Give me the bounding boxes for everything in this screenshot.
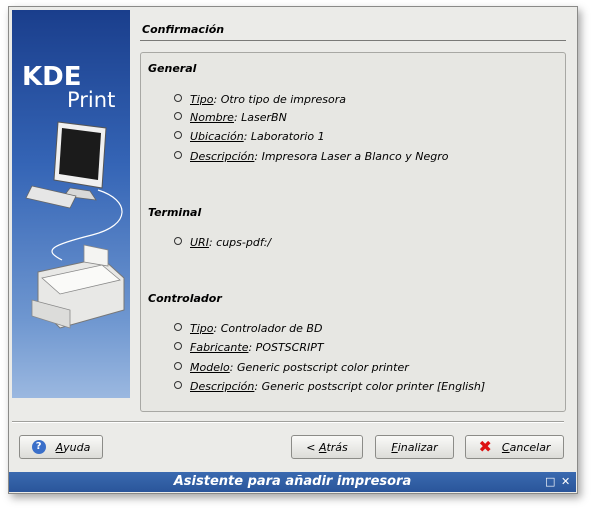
section-heading-terminal: Terminal [148,206,202,219]
print-logo-text: Print [67,88,116,112]
close-icon[interactable]: ✕ [561,475,570,488]
help-button[interactable]: ? Ayuda [19,435,103,459]
page-title: Confirmación [142,23,225,36]
driver-manufacturer-item: Fabricante: POSTSCRIPT [174,341,324,354]
driver-type-item: Tipo: Controlador de BD [174,322,322,335]
general-name-item: Nombre: LaserBN [174,111,287,124]
button-separator [12,421,564,423]
maximize-icon[interactable]: □ [545,475,555,488]
bullet-icon [174,94,182,102]
section-heading-general: General [148,62,197,75]
driver-description-item: Descripción: Generic postscript color pr… [174,380,485,393]
bullet-icon [174,362,182,370]
bullet-icon [174,342,182,350]
bullet-icon [174,151,182,159]
kdeprint-banner: KDE Print [12,10,130,398]
title-divider [140,40,566,41]
section-heading-driver: Controlador [148,292,222,305]
bullet-icon [174,323,182,331]
bullet-icon [174,131,182,139]
cancel-icon: ✖ [478,437,492,456]
bullet-icon [174,381,182,389]
help-icon: ? [31,440,46,454]
general-type-item: Tipo: Otro tipo de impresora [174,93,346,106]
back-button[interactable]: < Atrás [291,435,363,459]
terminal-uri-item: URI: cups-pdf:/ [174,236,271,249]
window-title: Asistente para añadir impresora [173,474,412,489]
bullet-icon [174,237,182,245]
general-location-item: Ubicación: Laboratorio 1 [174,130,325,143]
general-description-item: Descripción: Impresora Laser a Blanco y … [174,150,449,163]
confirmation-panel [140,52,566,412]
cancel-button[interactable]: ✖ Cancelar [465,435,564,459]
window-titlebar[interactable]: Asistente para añadir impresora □ ✕ [9,472,576,492]
bullet-icon [174,112,182,120]
driver-model-item: Modelo: Generic postscript color printer [174,361,409,374]
finish-button[interactable]: Finalizar [375,435,454,459]
